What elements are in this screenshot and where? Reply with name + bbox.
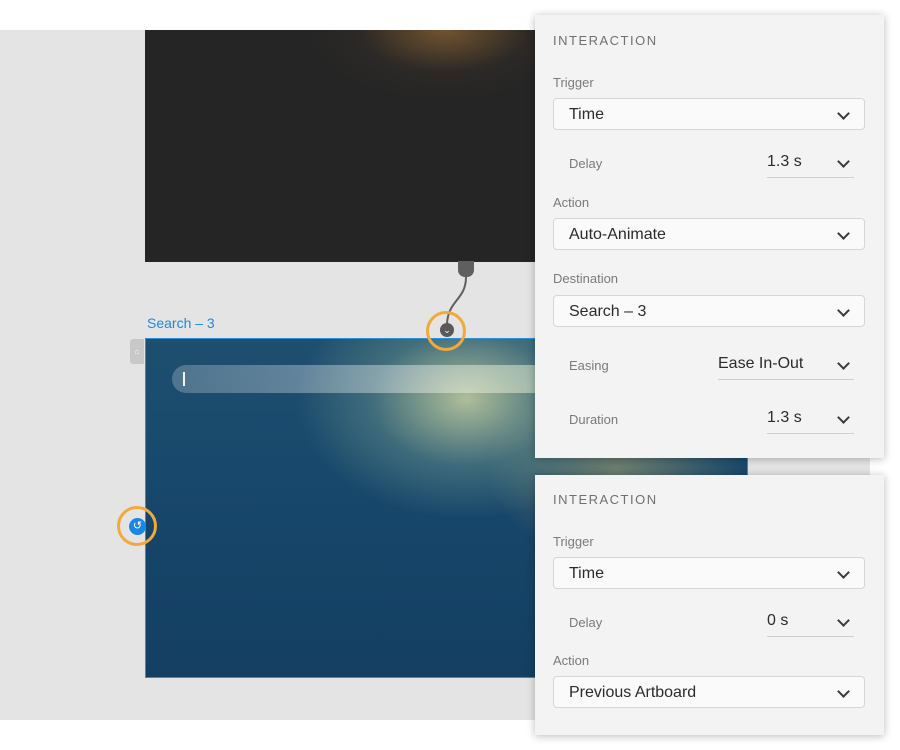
action-value: Auto-Animate <box>569 226 666 243</box>
interaction-panel-2: INTERACTION Trigger Time Delay 0 s Actio… <box>535 475 884 735</box>
delay-dropdown[interactable]: 1.3 s <box>767 152 854 178</box>
home-icon[interactable]: ⌂ <box>130 339 144 364</box>
destination-label: Destination <box>553 271 619 286</box>
action-label: Action <box>553 653 590 668</box>
chevron-down-icon <box>837 411 850 424</box>
chevron-down-icon <box>837 566 850 579</box>
chevron-down-icon[interactable]: ⌄ <box>440 323 454 337</box>
delay-label: Delay <box>569 156 603 171</box>
action-dropdown[interactable]: Previous Artboard <box>553 676 865 708</box>
easing-label: Easing <box>569 358 609 373</box>
action-label: Action <box>553 195 590 210</box>
text-caret <box>183 372 185 386</box>
chevron-down-icon <box>837 357 850 370</box>
easing-dropdown[interactable]: Ease In-Out <box>718 354 854 380</box>
action-dropdown[interactable]: Auto-Animate <box>553 218 865 250</box>
action-value: Previous Artboard <box>569 684 697 701</box>
source-artboard[interactable] <box>145 30 545 262</box>
delay-value: 0 s <box>767 612 789 629</box>
trigger-label: Trigger <box>553 534 594 549</box>
destination-dropdown[interactable]: Search – 3 <box>553 295 865 327</box>
trigger-label: Trigger <box>553 75 594 90</box>
search-bar <box>172 365 592 393</box>
interaction-panel-1: INTERACTION Trigger Time Delay 1.3 s Act… <box>535 15 884 458</box>
trigger-dropdown[interactable]: Time <box>553 557 865 589</box>
duration-label: Duration <box>569 412 619 427</box>
duration-value: 1.3 s <box>767 409 802 426</box>
delay-value: 1.3 s <box>767 153 802 170</box>
panel-title: INTERACTION <box>553 492 658 507</box>
panel-title: INTERACTION <box>553 33 658 48</box>
delay-dropdown[interactable]: 0 s <box>767 611 854 637</box>
trigger-value: Time <box>569 565 604 582</box>
chevron-down-icon <box>837 227 850 240</box>
chevron-down-icon <box>837 304 850 317</box>
chevron-down-icon <box>837 155 850 168</box>
easing-value: Ease In-Out <box>718 355 804 372</box>
delay-label: Delay <box>569 615 603 630</box>
duration-dropdown[interactable]: 1.3 s <box>767 408 854 434</box>
destination-value: Search – 3 <box>569 303 647 320</box>
chevron-down-icon <box>837 685 850 698</box>
chevron-down-icon <box>837 107 850 120</box>
trigger-value: Time <box>569 106 604 123</box>
trigger-dropdown[interactable]: Time <box>553 98 865 130</box>
back-arrow-icon[interactable]: ↺ <box>129 518 146 535</box>
wire-connector-icon[interactable] <box>458 261 474 277</box>
artboard-label[interactable]: Search – 3 <box>147 315 215 331</box>
chevron-down-icon <box>837 614 850 627</box>
